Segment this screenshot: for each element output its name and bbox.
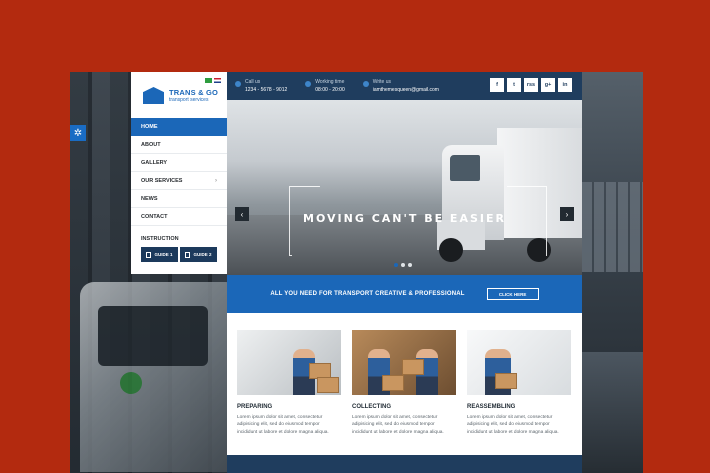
website-preview: ✲ TRANS & GO transport services HOME ABO… [70, 72, 643, 473]
menu-item-gallery[interactable]: GALLERY [131, 154, 227, 172]
guide-1-button[interactable]: GUIDE 1 [141, 247, 178, 262]
services-section: PREPARING Lorem ipsum dolor sit amet, co… [227, 313, 582, 455]
slider-next-arrow-icon[interactable]: › [560, 207, 574, 221]
contact-hours: Working time 08:00 - 20:00 [305, 79, 345, 93]
instruction-title: INSTRUCTION [141, 236, 179, 242]
menu-item-news[interactable]: NEWS [131, 190, 227, 208]
box-logo-icon [143, 87, 164, 104]
sidebar: TRANS & GO transport services HOME ABOUT… [131, 72, 227, 274]
twitter-icon[interactable]: t [507, 78, 521, 92]
menu-item-home[interactable]: HOME [131, 118, 227, 136]
click-here-button[interactable]: CLICK HERE [486, 288, 539, 300]
cta-banner: ALL YOU NEED FOR TRANSPORT CREATIVE & PR… [227, 275, 582, 313]
service-image[interactable] [352, 330, 456, 395]
main-menu: HOME ABOUT GALLERY OUR SERVICES › NEWS CO… [131, 118, 227, 226]
service-image[interactable] [237, 330, 341, 395]
footer-strip [227, 455, 582, 473]
cta-text: ALL YOU NEED FOR TRANSPORT CREATIVE & PR… [270, 291, 465, 297]
top-info-bar: Call us 1234 - 5678 - 9012 Working time … [227, 72, 582, 100]
slider-dot[interactable] [401, 263, 405, 267]
service-title[interactable]: COLLECTING [352, 404, 456, 410]
brand-name: TRANS & GO [169, 88, 219, 97]
service-description: Lorem ipsum dolor sit amet, consectetur … [237, 415, 329, 435]
envelope-icon [362, 81, 369, 87]
main-content: Call us 1234 - 5678 - 9012 Working time … [227, 72, 582, 473]
document-icon [146, 251, 152, 258]
hero-slider: MOVING CAN'T BE EASIER ‹ › [227, 100, 582, 275]
slider-dot[interactable] [408, 263, 412, 267]
google-plus-icon[interactable]: g+ [541, 78, 555, 92]
rss-icon[interactable]: rss [524, 78, 538, 92]
slider-dot-active[interactable] [394, 263, 398, 267]
chevron-right-icon: › [215, 177, 217, 184]
english-flag-icon[interactable] [214, 78, 221, 83]
service-description: Lorem ipsum dolor sit amet, consectetur … [467, 415, 559, 435]
service-card-reassembling: REASSEMBLING Lorem ipsum dolor sit amet,… [467, 330, 571, 455]
slider-prev-arrow-icon[interactable]: ‹ [235, 207, 249, 221]
background-photo-right [582, 72, 643, 473]
menu-item-contact[interactable]: CONTACT [131, 208, 227, 226]
brazil-flag-icon[interactable] [205, 78, 212, 83]
email-link[interactable]: iamthemesqueen@gmail.com [373, 87, 439, 93]
service-card-preparing: PREPARING Lorem ipsum dolor sit amet, co… [237, 330, 341, 455]
clock-icon [305, 81, 312, 87]
social-links: f t rss g+ in [490, 78, 572, 92]
hero-title: MOVING CAN'T BE EASIER [303, 212, 506, 225]
service-title[interactable]: REASSEMBLING [467, 404, 571, 410]
language-switcher [205, 78, 221, 83]
facebook-icon[interactable]: f [490, 78, 504, 92]
service-image[interactable] [467, 330, 571, 395]
contact-email: Write us iamthemesqueen@gmail.com [362, 79, 439, 93]
contact-call: Call us 1234 - 5678 - 9012 [235, 79, 287, 93]
brand-logo[interactable]: TRANS & GO transport services [131, 72, 227, 118]
guide-2-button[interactable]: GUIDE 2 [180, 247, 217, 262]
service-description: Lorem ipsum dolor sit amet, consectetur … [352, 415, 444, 435]
truck-background-image [80, 282, 230, 472]
menu-item-our-services[interactable]: OUR SERVICES › [131, 172, 227, 190]
phone-icon [235, 81, 241, 87]
settings-gear-icon[interactable]: ✲ [70, 125, 86, 141]
service-title[interactable]: PREPARING [237, 404, 341, 410]
brand-tagline: transport services [169, 97, 209, 103]
service-card-collecting: COLLECTING Lorem ipsum dolor sit amet, c… [352, 330, 456, 455]
linkedin-icon[interactable]: in [558, 78, 572, 92]
menu-item-about[interactable]: ABOUT [131, 136, 227, 154]
guide-buttons: GUIDE 1 GUIDE 2 [141, 247, 227, 262]
document-icon [185, 251, 191, 258]
slider-dots [394, 263, 412, 267]
